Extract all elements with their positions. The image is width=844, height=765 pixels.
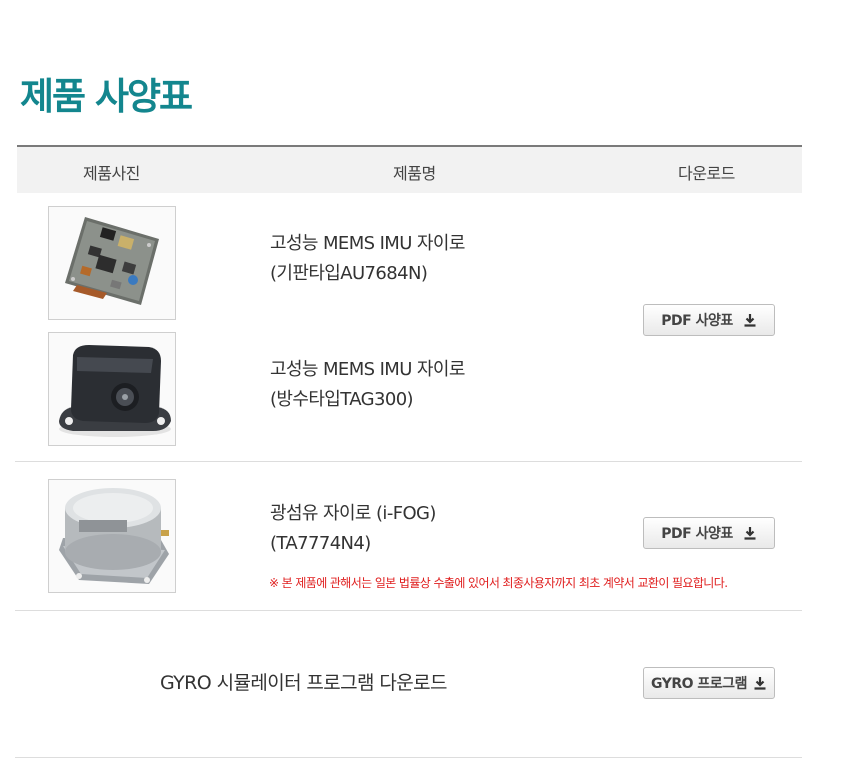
button-label: GYRO 프로그램	[651, 676, 747, 692]
product-model: (기판타입AU7684N)	[270, 263, 428, 284]
download-icon	[744, 314, 756, 327]
header-photo: 제품사진	[83, 164, 140, 183]
row-divider	[15, 461, 802, 462]
product-name-ta7774n4: 광섬유 자이로 (i-FOG) (TA7774N4)	[270, 499, 436, 559]
product-photo-ta7774n4[interactable]	[48, 479, 176, 593]
header-name: 제품명	[393, 164, 436, 183]
pdf-spec-button-mems[interactable]: PDF 사양표	[643, 304, 775, 336]
page-title: 제품 사양표	[20, 75, 193, 118]
row-divider	[15, 757, 802, 758]
product-photo-tag300[interactable]	[48, 332, 176, 446]
product-model: (방수타입TAG300)	[270, 389, 414, 410]
table-header: 제품사진 제품명 다운로드	[17, 147, 802, 193]
export-notice: ※ 본 제품에 관해서는 일본 법률상 수출에 있어서 최종사용자까지 최초 계…	[269, 576, 728, 590]
gyro-simulator-label: GYRO 시뮬레이터 프로그램 다운로드	[160, 672, 448, 694]
gyro-program-button[interactable]: GYRO 프로그램	[643, 667, 775, 699]
pdf-spec-button-fog[interactable]: PDF 사양표	[643, 517, 775, 549]
product-photo-au7684n[interactable]	[48, 206, 176, 320]
download-icon	[744, 527, 756, 540]
product-name-tag300: 고성능 MEMS IMU 자이로 (방수타입TAG300)	[270, 355, 465, 415]
button-label: PDF 사양표	[661, 526, 733, 542]
download-icon	[754, 677, 766, 690]
waterproof-housing-image	[49, 333, 175, 445]
fiber-optic-gyro-image	[49, 480, 175, 592]
header-download: 다운로드	[678, 164, 735, 183]
product-title: 광섬유 자이로 (i-FOG)	[270, 503, 436, 524]
circuit-board-image	[49, 207, 175, 319]
product-model: (TA7774N4)	[270, 533, 371, 554]
product-title: 고성능 MEMS IMU 자이로	[270, 233, 465, 254]
button-label: PDF 사양표	[661, 313, 733, 329]
product-title: 고성능 MEMS IMU 자이로	[270, 359, 465, 380]
row-divider	[15, 610, 802, 611]
product-name-au7684n: 고성능 MEMS IMU 자이로 (기판타입AU7684N)	[270, 229, 465, 289]
